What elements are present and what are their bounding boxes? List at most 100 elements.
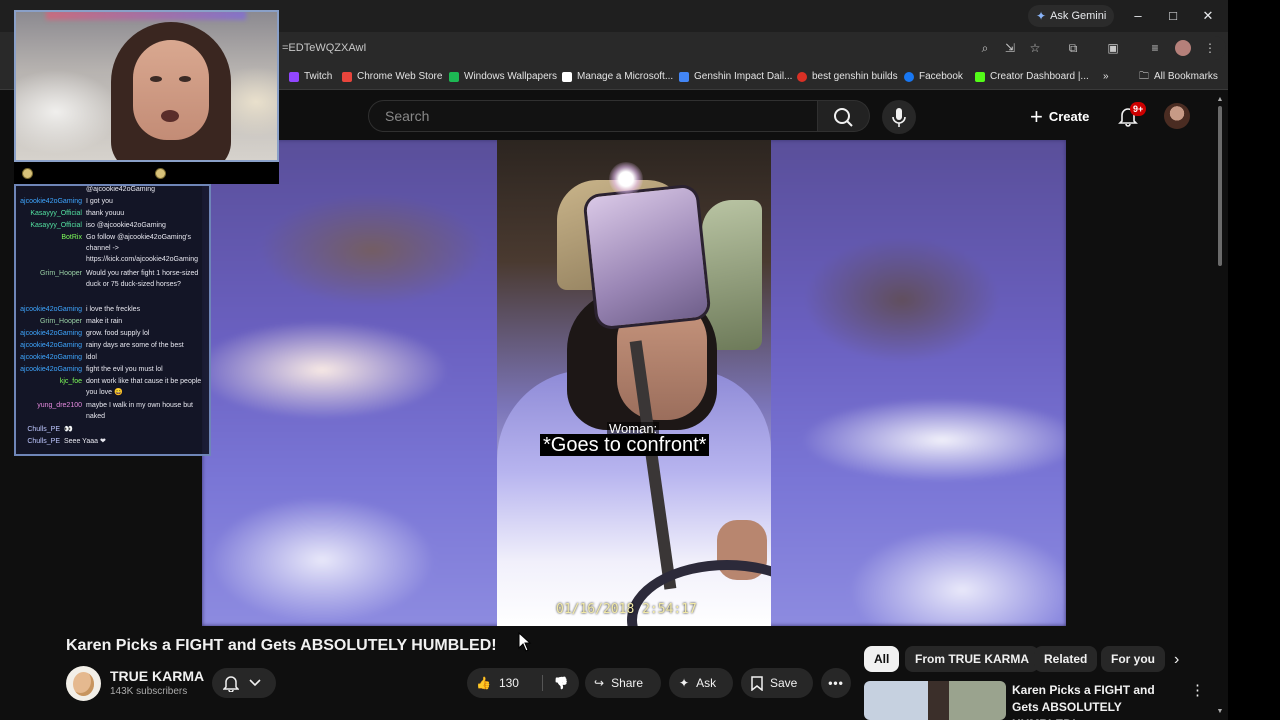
all-bookmarks[interactable]: 🗀 All Bookmarks: [1139, 69, 1218, 85]
screen: ✦ Ask Gemini – □ ✕ =EDTeWQZXAwI ⌕ ⇲ ☆ ⧉ …: [0, 0, 1280, 720]
chat-text: Seee Yaaa ❤: [64, 438, 106, 445]
chevron-right-icon[interactable]: ›: [1174, 652, 1190, 668]
chat-text: iso @ajcookie42oGaming: [86, 222, 166, 229]
scroll-up-arrow-icon[interactable]: ▲: [1216, 96, 1224, 104]
microsoft-icon: [562, 72, 572, 82]
webcam-tab-reflection: [46, 12, 246, 20]
chat-text: ldol: [86, 354, 97, 361]
extensions-icon[interactable]: ⧉: [1063, 38, 1083, 58]
side-panel-icon[interactable]: ▣: [1103, 38, 1123, 58]
chat-username: ajcookie42oGaming: [20, 366, 82, 373]
more-actions-button[interactable]: •••: [821, 668, 851, 698]
recommendation-title[interactable]: Karen Picks a FIGHT and Gets ABSOLUTELY …: [1012, 682, 1182, 720]
bookmark-label: best genshin builds: [812, 71, 898, 82]
ask-label: Ask: [696, 676, 717, 690]
chat-text: Go follow @ajcookie42oGaming's channel -…: [86, 234, 199, 263]
chat-username: ajcookie42oGaming: [20, 330, 82, 337]
save-label: Save: [770, 676, 798, 690]
chat-username: ajcookie42oGaming: [20, 306, 82, 313]
genshin-icon: [679, 72, 689, 82]
chat-username: Chulls_PE: [27, 426, 60, 433]
chat-text: maybe I walk in my own house but naked: [86, 402, 193, 420]
channel-name[interactable]: TRUE KARMA: [110, 668, 204, 684]
more-vertical-icon[interactable]: ⋮: [1190, 682, 1205, 700]
install-app-icon[interactable]: ⇲: [1000, 38, 1020, 58]
bookmark-genshin-daily[interactable]: Genshin Impact Dail...: [679, 69, 792, 85]
bookmark-creator-dashboard[interactable]: Creator Dashboard |...: [975, 69, 1089, 85]
chat-text: i love the freckles: [86, 306, 141, 313]
coin-icon: [155, 168, 166, 179]
bookmark-label: Creator Dashboard |...: [990, 71, 1089, 82]
recommendation-thumbnail[interactable]: [864, 681, 1006, 720]
scroll-thumb[interactable]: [1218, 106, 1222, 266]
bookmark-microsoft[interactable]: Manage a Microsoft...: [562, 69, 673, 85]
bookmark-facebook[interactable]: Facebook: [904, 69, 963, 85]
chip-related[interactable]: Related: [1034, 646, 1098, 672]
like-button[interactable]: 👍 130: [467, 668, 542, 698]
chat-text: dont work like that cause it be people y…: [86, 378, 202, 396]
close-window-icon[interactable]: ✕: [1198, 6, 1218, 26]
twitch-icon: [289, 72, 299, 82]
chat-text: grow. food supply lol: [86, 330, 150, 337]
subscription-notifications-button[interactable]: [212, 668, 276, 698]
zoom-icon[interactable]: ⌕: [975, 38, 995, 58]
chip-for-you[interactable]: For you: [1101, 646, 1165, 672]
more-bookmarks-chevron-icon[interactable]: »: [1103, 69, 1109, 85]
all-bookmarks-label: All Bookmarks: [1154, 71, 1218, 82]
media-controls-icon[interactable]: ≡: [1145, 38, 1165, 58]
chat-text: @ajcookie42oGaming: [86, 186, 155, 193]
search-input[interactable]: Search: [368, 100, 818, 132]
video-title: Karen Picks a FIGHT and Gets ABSOLUTELY …: [66, 637, 497, 654]
bookmark-label: Twitch: [304, 71, 333, 82]
more-horizontal-icon: •••: [828, 676, 844, 690]
chat-username: kjc_foe: [59, 378, 82, 385]
ask-gemini-button[interactable]: ✦ Ask Gemini: [1028, 5, 1115, 27]
builds-icon: [797, 72, 807, 82]
maximize-icon[interactable]: □: [1163, 6, 1183, 26]
bookmark-twitch[interactable]: Twitch: [289, 69, 332, 85]
chip-from-channel[interactable]: From TRUE KARMA: [905, 646, 1039, 672]
chat-username: yung_dre2100: [37, 402, 82, 409]
dislike-button[interactable]: 👎: [543, 668, 579, 698]
create-button[interactable]: + Create: [1030, 102, 1089, 132]
chip-all[interactable]: All: [864, 646, 900, 672]
create-label: Create: [1048, 109, 1090, 124]
bookmark-icon: [751, 675, 763, 691]
page-scrollbar[interactable]: ▲ ▼: [1216, 96, 1224, 720]
channel-logo-face: [73, 672, 94, 696]
mouse-cursor-icon: [518, 632, 532, 652]
voice-search-button[interactable]: [882, 100, 916, 134]
bookmark-label: Manage a Microsoft...: [577, 71, 674, 82]
chat-text: Would you rather fight 1 horse-sized duc…: [86, 270, 199, 288]
minimize-icon[interactable]: –: [1128, 6, 1148, 26]
bell-icon: [223, 676, 239, 692]
bookmark-star-icon[interactable]: ☆: [1025, 38, 1045, 58]
save-button[interactable]: Save: [741, 668, 813, 698]
video-player[interactable]: Woman: *Goes to confront* 01/16/2018 2:5…: [202, 140, 1066, 626]
search-button[interactable]: [818, 100, 870, 132]
bookmark-chrome-web-store[interactable]: Chrome Web Store: [342, 69, 442, 85]
ask-button[interactable]: ✦ Ask: [669, 668, 733, 698]
bookmark-label: Facebook: [919, 71, 963, 82]
share-label: Share: [611, 676, 644, 690]
bookmark-label: Genshin Impact Dail...: [694, 71, 793, 82]
facebook-icon: [904, 72, 914, 82]
share-button[interactable]: ↪ Share: [585, 668, 661, 698]
search-placeholder: Search: [385, 108, 430, 124]
browser-profile-avatar[interactable]: [1175, 40, 1191, 56]
streamer-right-eye: [179, 76, 191, 82]
scroll-down-arrow-icon[interactable]: ▼: [1216, 708, 1224, 716]
channel-avatar[interactable]: [66, 666, 101, 701]
browser-menu-icon[interactable]: ⋮: [1200, 38, 1220, 58]
account-avatar[interactable]: [1164, 103, 1190, 129]
stream-chat-overlay: @ajcookie42oGaming ajcookie42oGaming I g…: [14, 184, 211, 456]
like-dislike-group: 👍 130 👎: [467, 668, 579, 698]
notification-badge: 9+: [1130, 102, 1147, 116]
bookmark-label: Chrome Web Store: [357, 71, 443, 82]
chat-text: rainy days are some of the best: [86, 342, 184, 349]
chat-text: I got you: [86, 198, 113, 205]
bookmark-windows-wallpapers[interactable]: Windows Wallpapers: [449, 69, 557, 85]
dashcam-timestamp: 01/16/2018 2:54:17: [556, 602, 697, 617]
bookmark-genshin-builds[interactable]: best genshin builds: [797, 69, 898, 85]
chat-username: Kasayyy_Official: [30, 210, 82, 217]
